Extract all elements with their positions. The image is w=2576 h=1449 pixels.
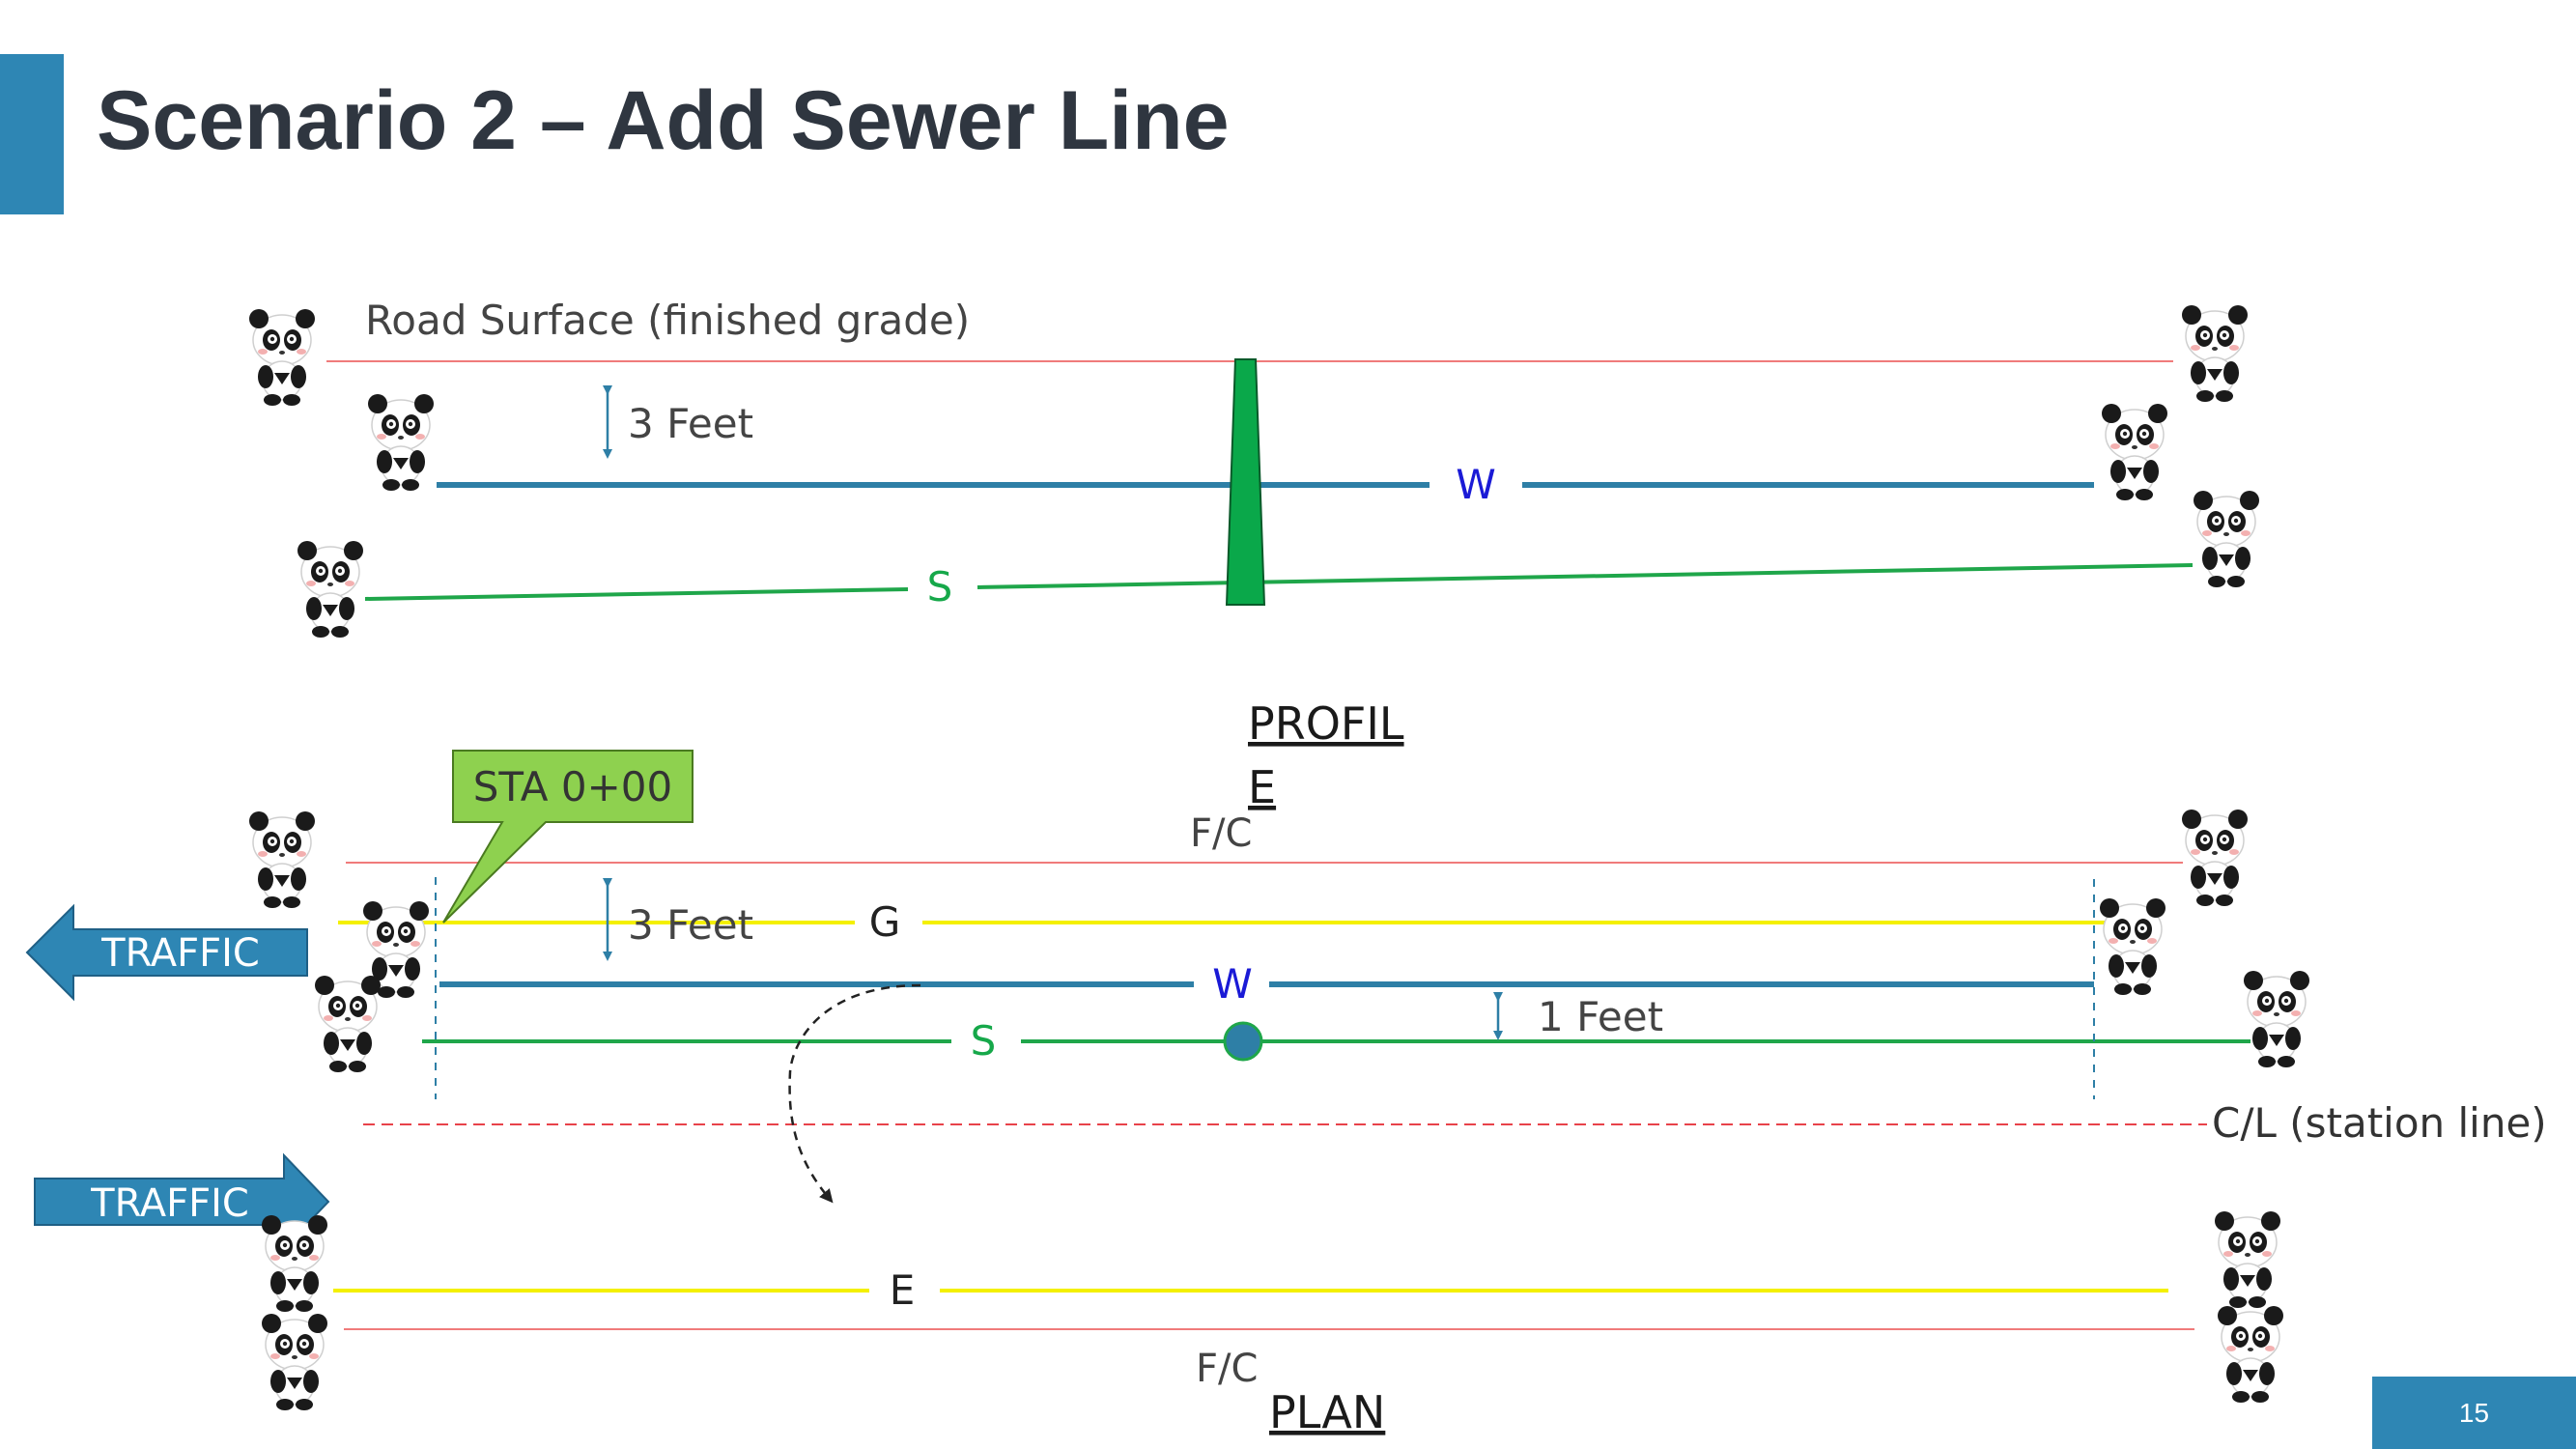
panda-icon <box>2193 490 2260 588</box>
profile-sewer-line-right <box>977 563 2194 589</box>
plan-water-label: W <box>1212 960 1253 1008</box>
panda-icon <box>2099 897 2166 996</box>
plan-gas-label: G <box>869 898 901 946</box>
traffic-arrow-left-icon: TRAFFIC <box>25 903 308 1002</box>
profile-manhole-icon <box>1225 358 1266 606</box>
panda-icon <box>2217 1305 2284 1404</box>
sta-callout: STA 0+00 <box>442 750 694 923</box>
plan-manhole-icon <box>1223 1021 1263 1062</box>
profile-sewer-label: S <box>927 563 953 611</box>
plan-sewer-label: S <box>971 1017 997 1065</box>
dashed-curve-arrow-icon <box>788 983 921 1204</box>
profile-water-label: W <box>1456 461 1496 508</box>
profile-section-label-line2: E <box>1248 761 1276 813</box>
profile-depth-label: 3 Feet <box>628 400 753 447</box>
panda-icon <box>2243 970 2310 1068</box>
panda-icon <box>248 810 316 909</box>
panda-icon <box>367 393 435 492</box>
panda-icon <box>2214 1210 2281 1309</box>
profile-road-surface-label: Road Surface (finished grade) <box>365 297 970 344</box>
traffic-right-label: TRAFFIC <box>90 1181 249 1226</box>
sta-callout-label: STA 0+00 <box>473 763 673 810</box>
panda-icon <box>248 308 316 407</box>
panda-icon <box>261 1313 328 1411</box>
panda-icon <box>2101 403 2168 501</box>
profile-section-label-line1: PROFIL <box>1248 697 1404 750</box>
panda-icon <box>297 540 364 639</box>
panda-icon <box>2181 809 2249 907</box>
diagram-canvas: Road Surface (finished grade) 3 Feet W S… <box>25 297 2547 1438</box>
plan-top-curb-label: F/C <box>1190 811 1252 856</box>
panda-icon <box>314 975 382 1073</box>
panda-icon <box>2181 304 2249 403</box>
plan-electric-label: E <box>890 1266 916 1314</box>
slide: Scenario 2 – Add Sewer Line Road Surface… <box>0 0 2576 1449</box>
page-number-badge: 15 <box>2372 1377 2576 1449</box>
plan-bottom-curb-label: F/C <box>1196 1347 1258 1391</box>
profile-section: Road Surface (finished grade) 3 Feet W S… <box>248 297 2260 813</box>
profile-sewer-line-left <box>364 587 909 601</box>
plan-depth-label: 3 Feet <box>628 901 753 949</box>
plan-centerline-label: C/L (station line) <box>2212 1099 2547 1147</box>
panda-icon <box>261 1214 328 1313</box>
plan-section-label: PLAN <box>1269 1386 1385 1438</box>
plan-separation-label: 1 Feet <box>1538 993 1663 1040</box>
page-number: 15 <box>2458 1397 2490 1428</box>
plan-section: F/C G 3 Feet W S 1 Feet C/L (station lin… <box>25 750 2547 1438</box>
traffic-left-label: TRAFFIC <box>100 931 260 976</box>
